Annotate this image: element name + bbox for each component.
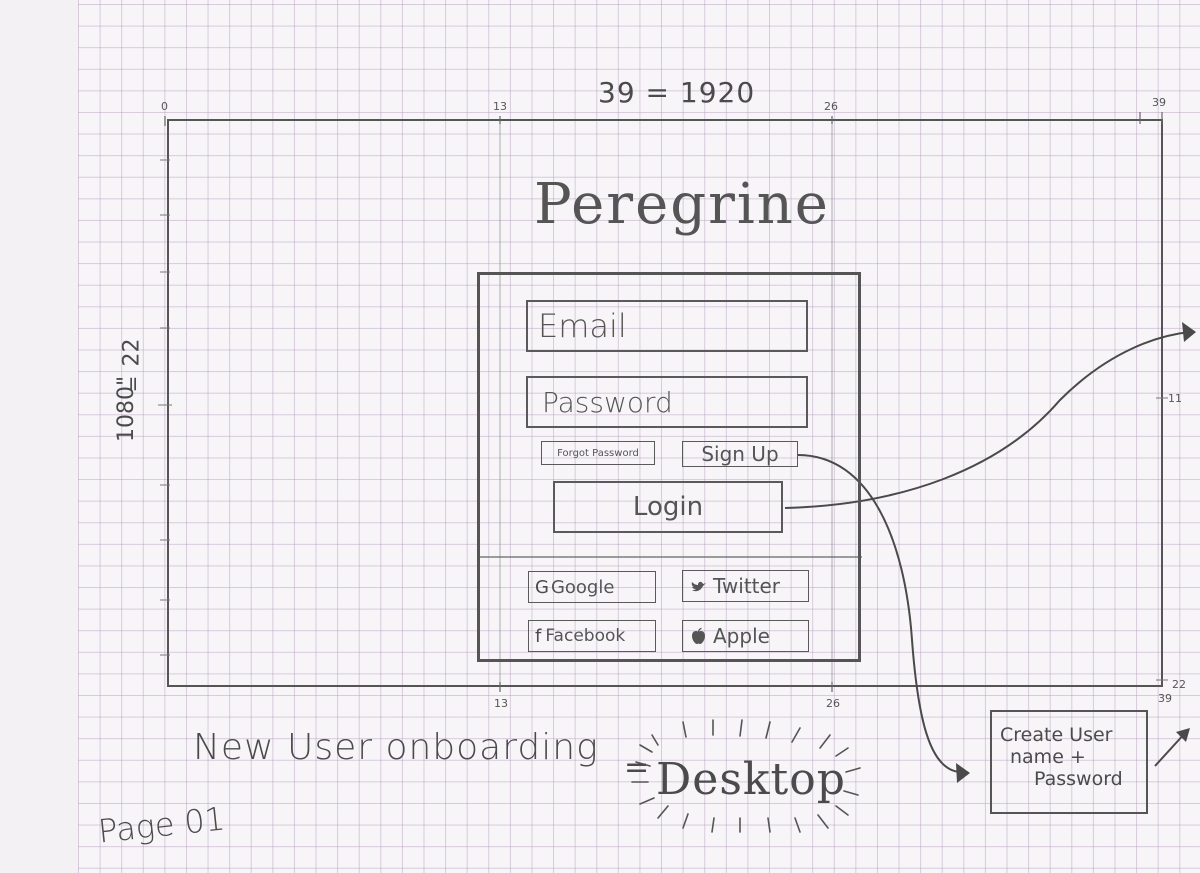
login-flow-arrowhead <box>1182 322 1196 342</box>
right-tick-11: 11 <box>1168 392 1182 405</box>
google-label: Google <box>550 576 615 598</box>
height-annotation-top: 22 <box>119 338 145 367</box>
login-button[interactable]: Login <box>553 481 783 533</box>
facebook-icon: f <box>535 625 542 647</box>
email-placeholder: Email <box>538 307 627 345</box>
apple-icon <box>691 627 706 645</box>
create-user-box: Create User name + Password <box>990 710 1148 814</box>
bottom-tick-13: 13 <box>494 697 508 710</box>
bottom-tick-39: 39 <box>1158 692 1172 705</box>
create-user-line-2: name + <box>1010 746 1086 768</box>
top-tick-13: 13 <box>493 100 507 113</box>
height-annotation-bottom: 1080" <box>114 375 139 442</box>
create-user-line-3: Password <box>1034 768 1123 790</box>
google-login-button[interactable]: G Google <box>528 571 656 603</box>
facebook-login-button[interactable]: f Facebook <box>528 620 656 652</box>
app-title: Peregrine <box>534 172 830 237</box>
width-annotation: 39 = 1920 <box>598 76 756 109</box>
bottom-tick-26: 26 <box>826 697 840 710</box>
forgot-password-link[interactable]: Forgot Password <box>541 441 655 465</box>
google-icon: G <box>535 576 549 598</box>
facebook-label: Facebook <box>545 626 626 646</box>
top-tick-39: 39 <box>1152 96 1166 109</box>
sign-up-label: Sign Up <box>701 442 779 466</box>
apple-login-button[interactable]: Apple <box>682 620 809 652</box>
email-field[interactable]: Email <box>526 300 808 352</box>
platform-label: Desktop <box>656 754 846 805</box>
left-ruler <box>158 159 172 656</box>
flow-title: New User onboarding <box>193 727 599 768</box>
twitter-label: Twitter <box>713 574 781 598</box>
right-tick-22: 22 <box>1172 678 1186 691</box>
forgot-password-label: Forgot Password <box>557 447 639 459</box>
top-tick-26: 26 <box>824 100 838 113</box>
flow-separator: = <box>624 750 650 785</box>
apple-label: Apple <box>713 624 770 648</box>
sign-up-button[interactable]: Sign Up <box>682 441 798 467</box>
password-field[interactable]: Password <box>526 376 808 428</box>
bird-icon <box>691 579 707 593</box>
twitter-login-button[interactable]: Twitter <box>682 570 809 602</box>
login-label: Login <box>632 492 704 522</box>
signup-flow-arrowhead <box>956 763 970 783</box>
top-tick-0: 0 <box>161 100 168 113</box>
create-user-line-1: Create User <box>1000 724 1113 746</box>
password-placeholder: Password <box>542 385 673 419</box>
